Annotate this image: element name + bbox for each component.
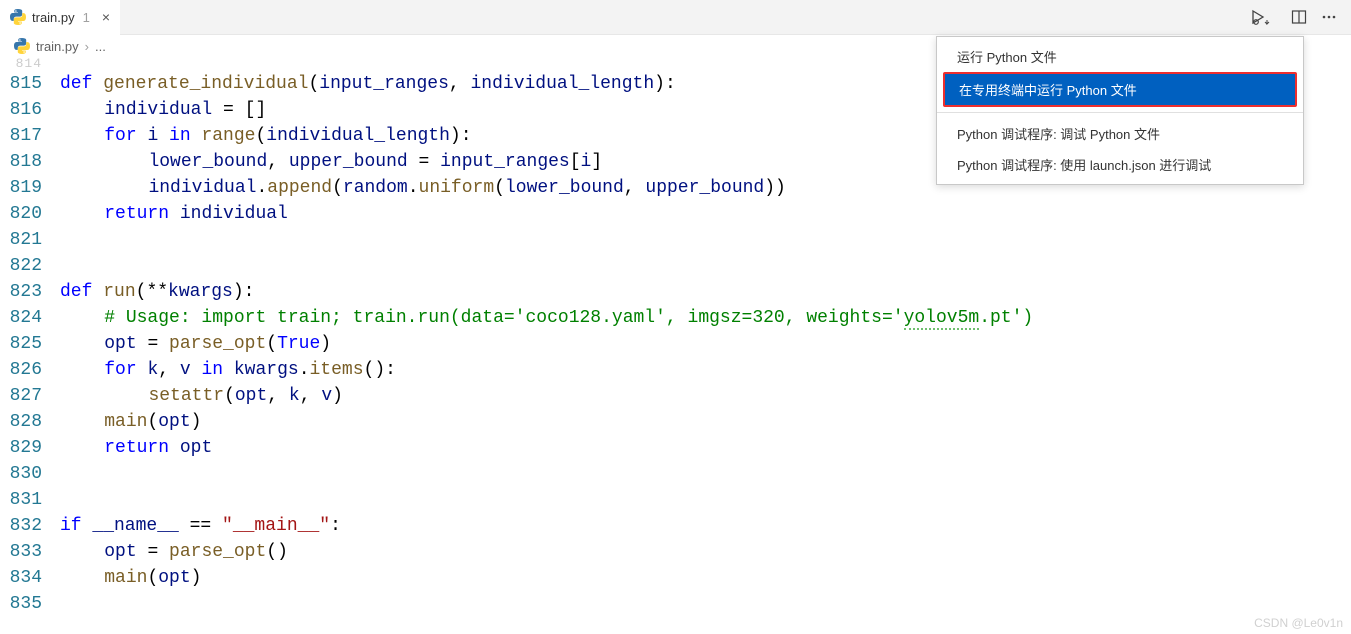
menu-item-run-python[interactable]: 运行 Python 文件 [937, 41, 1303, 72]
tab-bar: train.py 1 × [0, 0, 1351, 35]
menu-item-debug-launchjson[interactable]: Python 调试程序: 使用 launch.json 进行调试 [937, 149, 1303, 180]
python-file-icon [10, 9, 26, 25]
watermark: CSDN @Le0v1n [1254, 616, 1343, 630]
breadcrumb-file: train.py [36, 39, 79, 54]
more-actions-icon[interactable] [1321, 9, 1337, 25]
breadcrumb-tail: ... [95, 39, 106, 54]
tab-filename: train.py [32, 10, 75, 25]
menu-separator [937, 112, 1303, 113]
tab-dirty-indicator: 1 [83, 10, 90, 25]
split-editor-icon[interactable] [1291, 9, 1307, 25]
tab-close-icon[interactable]: × [102, 9, 110, 25]
editor-tab-trainpy[interactable]: train.py 1 × [0, 0, 120, 35]
menu-item-debug-python[interactable]: Python 调试程序: 调试 Python 文件 [937, 118, 1303, 149]
run-dropdown-menu: 运行 Python 文件 在专用终端中运行 Python 文件 Python 调… [936, 36, 1304, 185]
python-file-icon [14, 38, 30, 54]
line-number-gutter: 8148158168178188198208218228238248258268… [0, 57, 60, 617]
tab-actions [1251, 9, 1351, 25]
run-debug-icon[interactable] [1251, 9, 1277, 25]
menu-item-run-dedicated-terminal[interactable]: 在专用终端中运行 Python 文件 [943, 72, 1297, 107]
chevron-right-icon: › [85, 39, 89, 54]
